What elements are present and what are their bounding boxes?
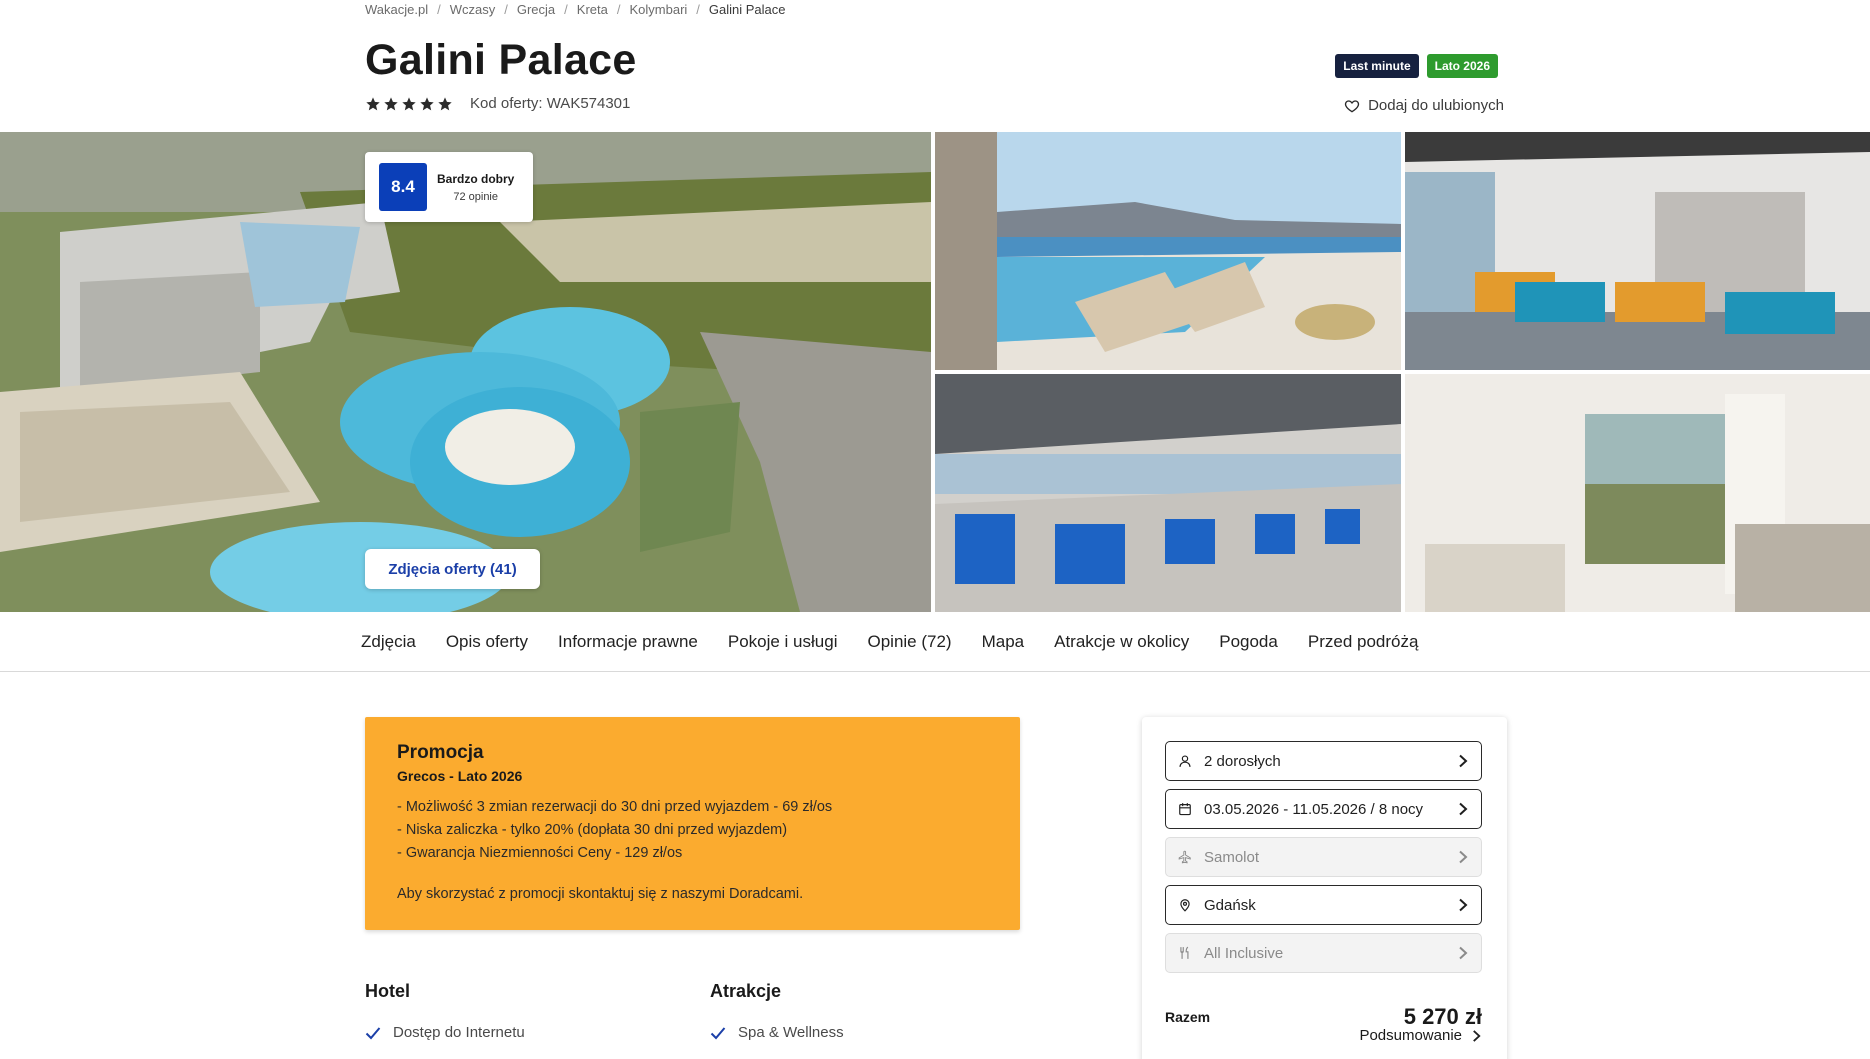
breadcrumb-separator: / bbox=[437, 2, 441, 17]
breadcrumb-current: Galini Palace bbox=[708, 2, 786, 17]
summary-link[interactable]: Podsumowanie bbox=[1359, 1027, 1482, 1044]
promo-title: Promocja bbox=[397, 742, 484, 763]
hotel-features-heading: Hotel bbox=[365, 981, 410, 1001]
gallery-photo-room[interactable] bbox=[1405, 374, 1870, 612]
photo-gallery: 8.4 Bardzo dobry 72 opinie Zdjęcia ofert… bbox=[0, 132, 1870, 612]
page-title: Galini Palace bbox=[365, 36, 637, 84]
tab-atrakcje[interactable]: Atrakcje w okolicy bbox=[1054, 632, 1189, 652]
offer-photos-button[interactable]: Zdjęcia oferty (41) bbox=[365, 549, 540, 589]
tab-pokoje-i-uslugi[interactable]: Pokoje i usługi bbox=[728, 632, 838, 652]
booking-panel: 2 dorosłych 03.05.2026 - 11.05.2026 / 8 … bbox=[1142, 717, 1507, 1059]
add-to-favorites-button[interactable]: Dodaj do ulubionych bbox=[1344, 97, 1504, 114]
transport-value: Samolot bbox=[1204, 848, 1260, 866]
check-icon bbox=[710, 1026, 726, 1039]
location-pin-icon bbox=[1180, 899, 1190, 912]
travelers-value: 2 dorosłych bbox=[1204, 752, 1281, 770]
star-icon bbox=[402, 96, 416, 110]
user-icon bbox=[1179, 755, 1191, 767]
rating-label: Bardzo dobry bbox=[437, 171, 515, 186]
tab-opis-oferty[interactable]: Opis oferty bbox=[446, 632, 528, 652]
tab-pogoda[interactable]: Pogoda bbox=[1219, 632, 1278, 652]
offer-badges: Last minute Lato 2026 bbox=[1335, 54, 1498, 78]
chevron-right-icon bbox=[1459, 946, 1468, 960]
offer-code: Kod oferty: WAK574301 bbox=[470, 95, 631, 112]
cutlery-icon bbox=[1180, 946, 1189, 959]
total-label: Razem bbox=[1165, 1009, 1211, 1025]
plane-icon bbox=[1178, 850, 1191, 864]
tab-informacje-prawne[interactable]: Informacje prawne bbox=[558, 632, 698, 652]
attractions-heading: Atrakcje bbox=[710, 981, 782, 1001]
chevron-right-icon bbox=[1459, 802, 1468, 816]
breadcrumb-link-region[interactable]: Kreta bbox=[577, 2, 608, 17]
star-icon bbox=[438, 96, 452, 110]
main-photo[interactable]: 8.4 Bardzo dobry 72 opinie Zdjęcia ofert… bbox=[0, 132, 931, 612]
promo-line: - Niska zaliczka - tylko 20% (dopłata 30… bbox=[397, 822, 788, 838]
chevron-right-icon bbox=[1459, 850, 1468, 864]
promo-subtitle: Grecos - Lato 2026 bbox=[397, 768, 523, 784]
board-value: All Inclusive bbox=[1204, 944, 1284, 962]
departure-selector[interactable]: Gdańsk bbox=[1165, 885, 1482, 925]
season-badge: Lato 2026 bbox=[1426, 54, 1498, 78]
chevron-right-icon bbox=[1459, 898, 1468, 912]
check-icon bbox=[365, 1026, 381, 1039]
star-icon bbox=[366, 96, 380, 110]
tab-opinie[interactable]: Opinie (72) bbox=[867, 632, 951, 652]
chevron-right-icon bbox=[1459, 754, 1468, 768]
promo-line: - Gwarancja Niezmienności Ceny - 129 zł/… bbox=[397, 845, 683, 861]
feature-label: Spa & Wellness bbox=[738, 1024, 844, 1041]
departure-value: Gdańsk bbox=[1204, 896, 1256, 914]
section-tabs: Zdjęcia Opis oferty Informacje prawne Po… bbox=[0, 612, 1870, 672]
summary-label: Podsumowanie bbox=[1359, 1027, 1462, 1044]
star-icon bbox=[420, 96, 434, 110]
favorites-label: Dodaj do ulubionych bbox=[1368, 97, 1504, 114]
board-selector[interactable]: All Inclusive bbox=[1165, 933, 1482, 973]
gallery-photo-pool-deck[interactable] bbox=[935, 132, 1401, 370]
gallery-photo-restaurant[interactable] bbox=[935, 374, 1401, 612]
chevron-right-icon bbox=[1473, 1029, 1481, 1042]
feature-item: Spa & Wellness bbox=[710, 1024, 844, 1041]
rating-score: 8.4 bbox=[379, 163, 427, 211]
breadcrumb-link-city[interactable]: Kolymbari bbox=[629, 2, 687, 17]
promo-note: Aby skorzystać z promocji skontaktuj się… bbox=[397, 886, 804, 902]
last-minute-badge: Last minute bbox=[1335, 54, 1419, 78]
breadcrumb-separator: / bbox=[504, 2, 508, 17]
star-icon bbox=[384, 96, 398, 110]
breadcrumb-separator: / bbox=[696, 2, 700, 17]
gallery-photo-lobby[interactable] bbox=[1405, 132, 1870, 370]
tab-przed-podroza[interactable]: Przed podróżą bbox=[1308, 632, 1419, 652]
tab-mapa[interactable]: Mapa bbox=[982, 632, 1025, 652]
breadcrumb: Wakacje.pl / Wczasy / Grecja / Kreta / K… bbox=[365, 2, 786, 17]
feature-label: Dostęp do Internetu bbox=[393, 1024, 525, 1041]
travelers-selector[interactable]: 2 dorosłych bbox=[1165, 741, 1482, 781]
heart-icon bbox=[1344, 99, 1360, 112]
breadcrumb-separator: / bbox=[616, 2, 621, 17]
rating-card[interactable]: 8.4 Bardzo dobry 72 opinie bbox=[365, 152, 533, 222]
hotel-stars: Kod oferty: WAK574301 bbox=[365, 95, 630, 112]
calendar-icon bbox=[1179, 803, 1191, 816]
feature-item: Dostęp do Internetu bbox=[365, 1024, 525, 1041]
breadcrumb-link-country[interactable]: Grecja bbox=[517, 2, 555, 17]
breadcrumb-separator: / bbox=[564, 2, 568, 17]
dates-selector[interactable]: 03.05.2026 - 11.05.2026 / 8 nocy bbox=[1165, 789, 1482, 829]
breadcrumb-link-home[interactable]: Wakacje.pl bbox=[365, 2, 428, 17]
promotion-box: Promocja Grecos - Lato 2026 - Możliwość … bbox=[365, 717, 1020, 930]
transport-selector[interactable]: Samolot bbox=[1165, 837, 1482, 877]
review-count: 72 opinie bbox=[453, 190, 498, 203]
dates-value: 03.05.2026 - 11.05.2026 / 8 nocy bbox=[1204, 800, 1424, 818]
promo-line: - Możliwość 3 zmian rezerwacji do 30 dni… bbox=[397, 799, 833, 815]
tab-zdjecia[interactable]: Zdjęcia bbox=[361, 632, 416, 652]
breadcrumb-link-wczasy[interactable]: Wczasy bbox=[450, 2, 496, 17]
